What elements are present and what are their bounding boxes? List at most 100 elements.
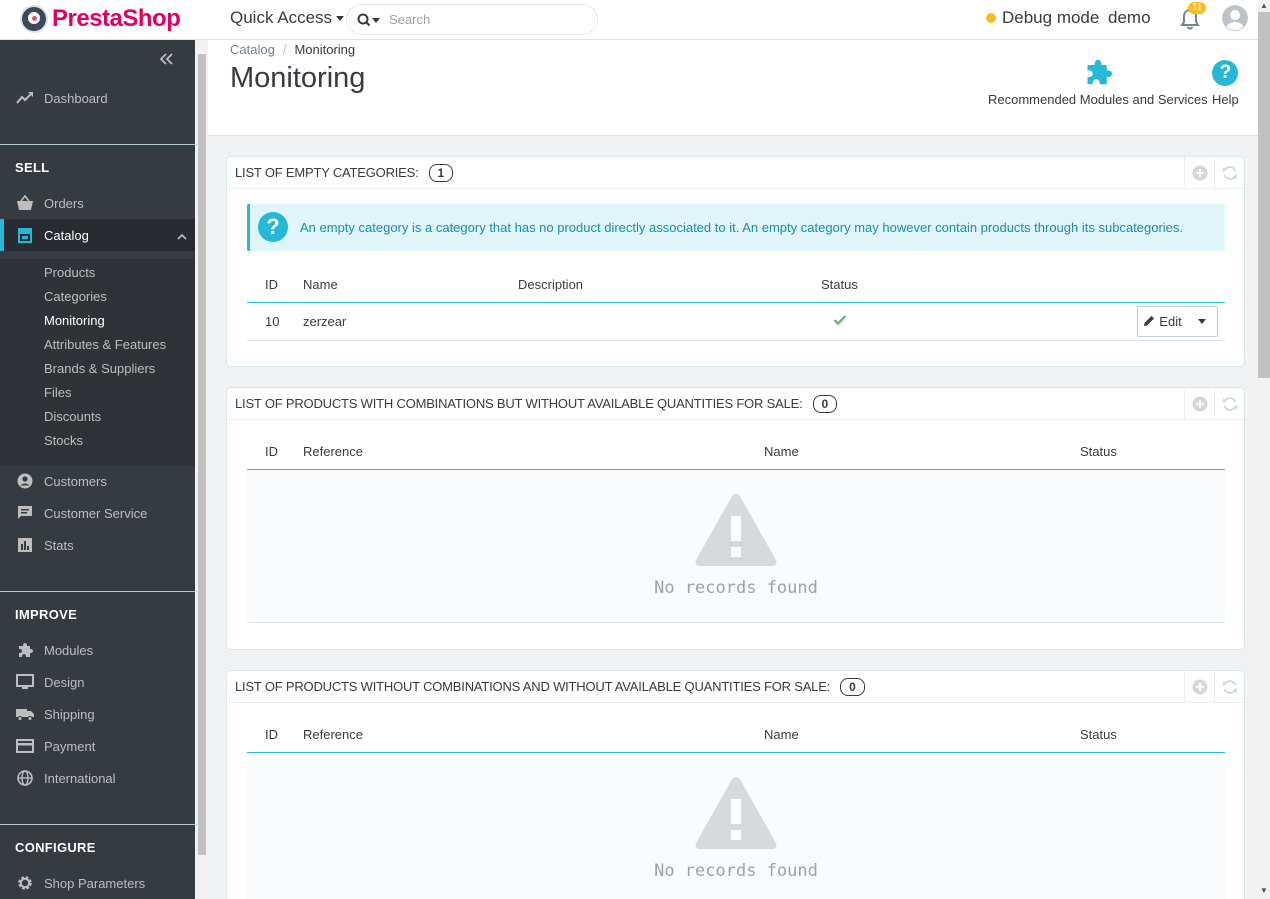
column-header-id[interactable]: ID	[247, 268, 303, 303]
store-icon	[16, 226, 34, 244]
no-combinations-table: ID Reference Name Status	[247, 718, 1225, 753]
cell-actions: Edit	[921, 302, 1225, 341]
plus-circle-icon	[1192, 165, 1207, 181]
sidebar-divider	[0, 144, 195, 145]
column-header-status[interactable]: Status	[1080, 435, 1225, 470]
column-header-status[interactable]: Status	[1080, 718, 1225, 753]
sidebar-item-label: Shop Parameters	[44, 875, 146, 891]
column-header-name[interactable]: Name	[303, 268, 518, 303]
breadcrumb-current: Monitoring	[294, 42, 356, 57]
submenu-item-monitoring[interactable]: Monitoring	[44, 313, 105, 328]
add-new-button[interactable]	[1184, 671, 1214, 703]
column-header-name[interactable]: Name	[764, 718, 1080, 753]
sidebar-item-label: Dashboard	[44, 90, 108, 106]
column-header-status[interactable]: Status	[821, 268, 921, 303]
count-badge: 0	[840, 677, 865, 696]
column-header-reference[interactable]: Reference	[303, 435, 764, 470]
table-row[interactable]: 10 zerzear Edit	[247, 302, 1225, 341]
search-input[interactable]	[389, 12, 579, 27]
edit-dropdown-toggle[interactable]	[1187, 307, 1217, 336]
scroll-down-arrow-icon[interactable]: ▼	[1258, 885, 1270, 897]
panel-title: List of empty categories:	[235, 165, 419, 180]
sidebar-item-catalog[interactable]: Catalog	[0, 219, 195, 251]
refresh-icon	[1222, 680, 1237, 694]
sidebar-item-stats[interactable]: Stats	[0, 529, 195, 561]
plus-circle-icon	[1192, 396, 1207, 412]
empty-categories-panel: List of empty categories: 1 ? An empty c…	[226, 156, 1245, 367]
empty-categories-table: ID Name Description Status 10 zerzear Ed…	[247, 268, 1225, 341]
caret-down-icon	[1198, 318, 1206, 324]
column-header-id[interactable]: ID	[247, 435, 303, 470]
page-scrollbar-thumb[interactable]	[1258, 12, 1270, 378]
cell-status	[821, 302, 921, 341]
sidebar-item-international[interactable]: International	[0, 762, 195, 794]
submenu-item-files[interactable]: Files	[44, 385, 71, 400]
empty-state-text: No records found	[654, 861, 818, 881]
submenu-item-stocks[interactable]: Stocks	[44, 433, 83, 448]
submenu-item-discounts[interactable]: Discounts	[44, 409, 101, 424]
cell-description	[518, 302, 821, 341]
refresh-button[interactable]	[1214, 157, 1244, 189]
add-new-button[interactable]	[1184, 157, 1214, 189]
edit-button[interactable]: Edit	[1138, 307, 1187, 336]
quick-access-menu[interactable]: Quick Access	[230, 8, 345, 28]
sidebar-item-label: Customer Service	[44, 505, 148, 521]
sidebar-item-orders[interactable]: Orders	[0, 187, 195, 219]
chevron-down-icon	[336, 16, 345, 22]
sidebar-item-shop-parameters[interactable]: Shop Parameters	[0, 867, 195, 899]
sidebar-item-design[interactable]: Design	[0, 666, 195, 698]
recommended-modules-label: Recommended Modules and Services	[988, 92, 1208, 107]
sidebar-item-customer-service[interactable]: Customer Service	[0, 497, 195, 529]
help-button[interactable]: ? Help	[1212, 58, 1239, 107]
recommended-modules-button[interactable]: Recommended Modules and Services	[988, 58, 1208, 107]
sidebar-item-modules[interactable]: Modules	[0, 634, 195, 666]
sidebar-divider	[0, 591, 195, 592]
truck-icon	[16, 705, 34, 723]
combinations-no-quantity-panel: List of products with combinations but w…	[226, 387, 1245, 650]
breadcrumb-separator: /	[282, 42, 287, 57]
sidebar-item-label: Catalog	[44, 227, 89, 243]
brand-name: PrestaShop	[52, 5, 181, 32]
search-box	[346, 4, 598, 35]
top-header: PrestaShop Quick Access Debug mode demo …	[0, 0, 1258, 40]
sidebar-item-dashboard[interactable]: Dashboard	[0, 82, 195, 114]
collapse-sidebar-button[interactable]	[159, 52, 174, 70]
sidebar-item-payment[interactable]: Payment	[0, 730, 195, 762]
shopping-basket-icon	[16, 194, 34, 212]
help-label: Help	[1212, 92, 1239, 107]
credit-card-icon	[16, 737, 34, 755]
chevron-up-icon	[177, 228, 187, 243]
sidebar-item-shipping[interactable]: Shipping	[0, 698, 195, 730]
column-header-name[interactable]: Name	[764, 435, 1080, 470]
submenu-item-attributes[interactable]: Attributes & Features	[44, 337, 166, 352]
panel-actions	[1184, 388, 1244, 420]
gear-icon	[16, 874, 34, 892]
submenu-item-brands[interactable]: Brands & Suppliers	[44, 361, 155, 376]
breadcrumb-link-catalog[interactable]: Catalog	[230, 42, 275, 57]
user-avatar[interactable]	[1222, 5, 1248, 31]
puzzle-icon	[1087, 59, 1112, 85]
notifications-badge: 11	[1188, 2, 1207, 14]
column-header-id[interactable]: ID	[247, 718, 303, 753]
submenu-item-products[interactable]: Products	[44, 265, 95, 280]
sidebar-item-customers[interactable]: Customers	[0, 465, 195, 497]
refresh-button[interactable]	[1214, 671, 1244, 703]
column-header-description[interactable]: Description	[518, 268, 821, 303]
refresh-button[interactable]	[1214, 388, 1244, 420]
panel-heading: List of products with combinations but w…	[227, 388, 1244, 420]
search-type-button[interactable]	[347, 5, 389, 34]
sidebar-scrollbar-thumb[interactable]	[198, 54, 206, 855]
add-new-button[interactable]	[1184, 388, 1214, 420]
scroll-up-arrow-icon[interactable]: ▲	[1258, 0, 1270, 12]
check-icon[interactable]	[833, 314, 847, 326]
trending-up-icon	[16, 89, 34, 107]
chat-icon	[16, 504, 34, 522]
count-badge: 0	[812, 394, 838, 413]
submenu-item-categories[interactable]: Categories	[44, 289, 107, 304]
column-header-reference[interactable]: Reference	[303, 718, 764, 753]
brand-logo[interactable]: PrestaShop	[20, 4, 181, 34]
panel-actions	[1184, 157, 1244, 189]
bug-icon	[986, 13, 996, 23]
shop-name[interactable]: demo	[1108, 8, 1151, 28]
question-icon: ?	[258, 212, 288, 242]
